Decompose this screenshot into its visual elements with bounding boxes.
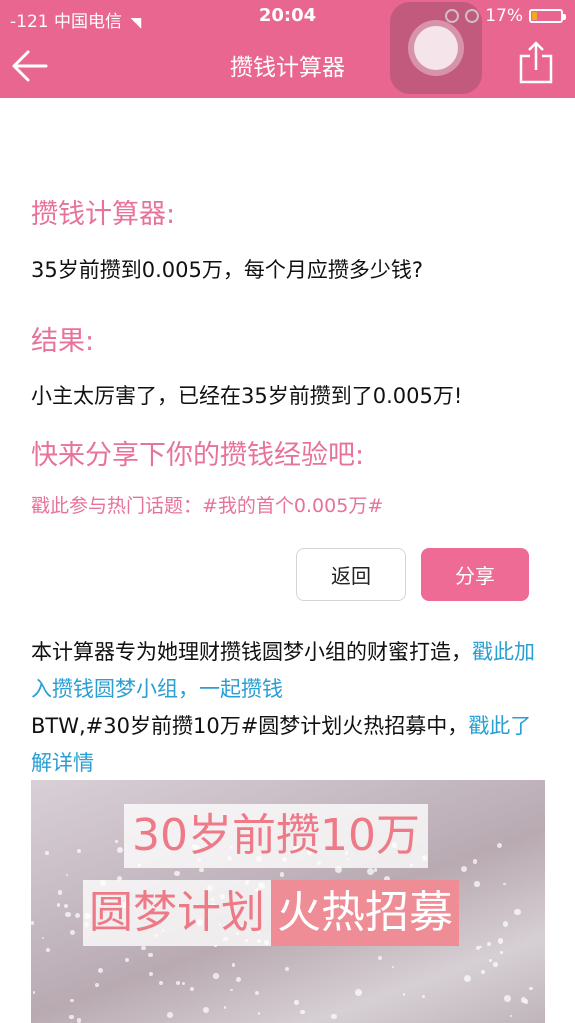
back-button[interactable]: 返回 [296, 548, 406, 601]
glitter-speck [65, 911, 71, 918]
battery-percent: 17% [485, 6, 523, 26]
glitter-speck [56, 903, 61, 907]
glitter-speck [45, 850, 49, 855]
glitter-speck [503, 994, 511, 1002]
glitter-speck [514, 908, 521, 916]
glitter-speck [41, 936, 45, 940]
glitter-speck [231, 963, 235, 967]
description: 本计算器专为她理财攒钱圆梦小组的财蜜打造，戳此加入攒钱圆梦小组，一起攒钱 BTW… [31, 634, 546, 782]
glitter-speck [474, 881, 480, 887]
glitter-speck [524, 999, 529, 1004]
glitter-speck [32, 991, 36, 995]
description-text: 本计算器专为她理财攒钱圆梦小组的财蜜打造， [31, 640, 472, 664]
glitter-speck [63, 904, 69, 909]
assistive-touch-dot [414, 26, 458, 70]
glitter-speck [463, 975, 471, 983]
status-bar: -121 中国电信 ◥ 20:04 17% [0, 0, 575, 34]
glitter-speck [230, 988, 233, 992]
result-text: 小主太厉害了，已经在35岁前攒到了0.005万! [31, 384, 463, 408]
glitter-speck [373, 868, 377, 872]
glitter-speck [149, 971, 153, 976]
glitter-speck [203, 1007, 209, 1014]
glitter-speck [300, 1009, 305, 1015]
glitter-speck [181, 982, 186, 986]
calculator-heading: 攒钱计算器: [31, 199, 176, 230]
banner-line-1: 30岁前攒10万 [124, 804, 428, 868]
result-heading: 结果: [31, 326, 95, 357]
glitter-speck [148, 953, 153, 958]
banner-line-2-part-2: 火热招募 [271, 880, 459, 946]
question-text: 35岁前攒到0.005万，每个月应攒多少钱? [31, 258, 423, 282]
glitter-speck [331, 1013, 337, 1020]
glitter-speck [378, 956, 383, 961]
glitter-speck [70, 998, 75, 1003]
glitter-speck [31, 921, 35, 925]
glitter-speck [167, 1012, 173, 1018]
banner-line-2: 圆梦计划 火热招募 [83, 880, 459, 946]
glitter-speck [489, 959, 493, 962]
banner-line-2-part-1: 圆梦计划 [89, 887, 265, 938]
glitter-speck [529, 986, 534, 991]
glitter-speck [76, 1018, 81, 1023]
glitter-speck [159, 980, 164, 985]
glitter-speck [223, 1006, 227, 1009]
glitter-speck [114, 840, 118, 843]
glitter-speck [461, 866, 468, 873]
glitter-speck [140, 945, 146, 951]
glitter-speck [497, 938, 504, 945]
glitter-speck [199, 867, 205, 873]
glitter-speck [117, 846, 124, 853]
page-title: 攒钱计算器 [230, 55, 345, 81]
share-icon[interactable] [519, 40, 553, 84]
navigation-bar: -121 中国电信 ◥ 20:04 17% 攒钱计算器 [0, 0, 575, 98]
glitter-speck [421, 994, 426, 998]
glitter-speck [190, 987, 195, 992]
glitter-speck [279, 871, 285, 877]
glitter-speck [503, 882, 506, 886]
glitter-speck [257, 1012, 261, 1015]
glitter-speck [487, 942, 492, 947]
glitter-speck [294, 1000, 299, 1005]
glitter-speck [75, 912, 81, 918]
glitter-speck [174, 870, 180, 876]
glitter-speck [496, 843, 502, 849]
share-button[interactable]: 分享 [421, 548, 529, 601]
topic-link[interactable]: 戳此参与热门话题：#我的首个0.005万# [31, 491, 383, 518]
glitter-speck [124, 958, 129, 963]
glitter-speck [57, 890, 62, 895]
glitter-speck [213, 973, 219, 979]
assistive-touch-button[interactable] [390, 2, 482, 94]
glitter-speck [65, 873, 69, 876]
glitter-speck [402, 993, 406, 996]
battery-icon [529, 9, 566, 23]
glitter-speck [354, 989, 362, 997]
glitter-speck [502, 920, 509, 927]
glitter-speck [472, 859, 477, 864]
battery-fill [532, 12, 537, 20]
glitter-speck [46, 948, 50, 952]
glitter-speck [481, 969, 486, 975]
glitter-speck [76, 848, 82, 853]
glitter-speck [493, 962, 498, 967]
glitter-speck [98, 967, 104, 973]
glitter-speck [391, 965, 395, 969]
glitter-speck [235, 976, 241, 982]
glitter-speck [254, 990, 260, 996]
glitter-speck [69, 1015, 74, 1020]
glitter-speck [284, 966, 289, 971]
glitter-speck [500, 951, 504, 955]
glitter-speck [176, 980, 181, 985]
glitter-speck [94, 982, 100, 988]
promo-banner[interactable]: 30岁前攒10万 圆梦计划 火热招募 [31, 780, 545, 1023]
glitter-speck [70, 929, 76, 936]
share-prompt: 快来分享下你的攒钱经验吧: [31, 440, 365, 471]
glitter-speck [367, 867, 374, 875]
glitter-speck [509, 1014, 513, 1017]
description-text-2: BTW,#30岁前攒10万#圆梦计划火热招募中， [31, 714, 469, 738]
